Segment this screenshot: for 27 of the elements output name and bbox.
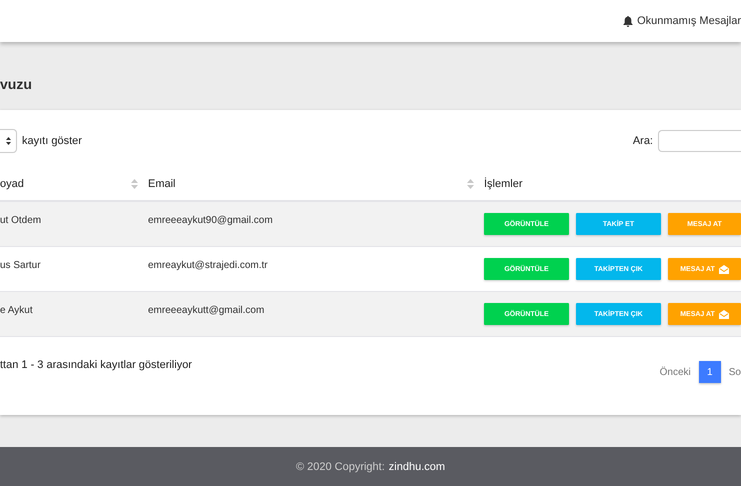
name-cell-text: e Aykut bbox=[0, 304, 34, 318]
envelope-icon bbox=[718, 264, 729, 274]
email-cell-text: emreeeaykutt@gmail.com bbox=[148, 304, 266, 318]
page-link[interactable]: 1 bbox=[698, 361, 721, 383]
site-link[interactable]: zindhu.com bbox=[388, 460, 446, 472]
copyright-text: © 2020 Copyright: bbox=[296, 460, 385, 472]
previous-link[interactable]: Önceki bbox=[660, 366, 691, 378]
page-title: vuzu bbox=[0, 76, 33, 94]
search-field[interactable] bbox=[658, 130, 741, 152]
search-label: Ara: bbox=[632, 135, 653, 147]
bell-icon bbox=[623, 16, 634, 26]
next-link[interactable]: So bbox=[728, 366, 741, 378]
column-header[interactable]: İşlemler bbox=[484, 178, 523, 190]
column-header[interactable]: oyad bbox=[0, 178, 24, 190]
envelope-icon bbox=[718, 310, 729, 318]
select-arrows-icon bbox=[6, 137, 10, 145]
entries-select[interactable] bbox=[0, 129, 17, 153]
unread-messages-link[interactable]: Okunmamış Mesajlar bbox=[623, 15, 741, 27]
table-info: ttan 1 - 3 arasındaki kayıtlar gösteriliyor bbox=[0, 359, 192, 371]
name-cell-text: ut Otdem bbox=[0, 214, 42, 228]
email-cell-text: emreeeaykut90@gmail.com bbox=[148, 214, 274, 228]
sort-icon[interactable] bbox=[467, 178, 474, 188]
email-cell-text: emreaykut@strajedi.com.tr bbox=[148, 259, 269, 273]
column-header[interactable]: Email bbox=[148, 178, 176, 190]
entries-label: kayıtı göster bbox=[22, 135, 82, 147]
name-cell-text: us Sartur bbox=[0, 259, 42, 273]
sort-icon[interactable] bbox=[131, 178, 138, 188]
